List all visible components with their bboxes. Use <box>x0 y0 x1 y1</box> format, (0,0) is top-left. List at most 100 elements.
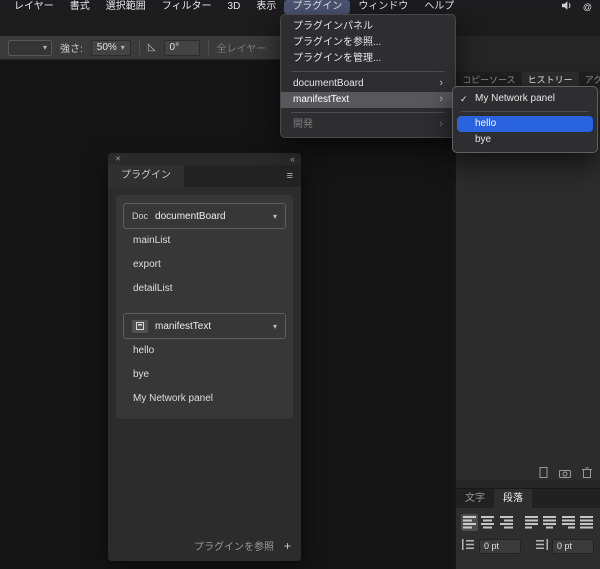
plugins-menu-dropdown: プラグインパネル プラグインを参照... プラグインを管理... documen… <box>280 14 456 138</box>
justify-last-right-button[interactable] <box>559 514 576 531</box>
brush-angle-icon: ◺ <box>148 42 156 53</box>
menu-plugins[interactable]: プラグイン <box>284 0 350 14</box>
photoshop-window: レイヤー 書式 選択範囲 フィルター 3D 表示 プラグイン ウィンドウ ヘルプ… <box>0 0 600 569</box>
volume-icon[interactable] <box>562 1 573 13</box>
at-status-icon[interactable]: @ <box>583 2 592 12</box>
check-icon: ✓ <box>460 91 468 107</box>
panel-menu-icon[interactable]: ≡ <box>279 165 301 187</box>
menu-item-label: プラグインパネル <box>293 19 373 35</box>
history-panel-footer <box>539 465 592 483</box>
submenu-item-label: My Network panel <box>475 93 555 104</box>
submenu-item-label: hello <box>475 118 496 129</box>
camera-snapshot-icon[interactable] <box>559 465 571 483</box>
group-manifesttext[interactable]: manifestText ▾ <box>123 313 286 339</box>
group-title: documentBoard <box>155 211 226 222</box>
indent-right-value: 0 pt <box>557 541 572 551</box>
plugins-list-card: Doc documentBoard ▾ mainList export deta… <box>116 195 293 419</box>
options-divider <box>208 40 209 55</box>
paragraph-panel-body: 0 pt 0 pt <box>456 508 600 569</box>
plugin-item-hello[interactable]: hello <box>123 339 286 363</box>
submenu-arrow-icon: › <box>439 117 443 133</box>
menu-help[interactable]: ヘルプ <box>416 0 462 14</box>
submenu-item-my-network-panel[interactable]: ✓ My Network panel <box>453 91 597 107</box>
menu-item-label: プラグインを参照... <box>293 35 381 51</box>
plugins-panel-footer: プラグインを参照 + <box>194 538 291 553</box>
menu-separator <box>461 111 589 112</box>
paragraph-indent-row: 0 pt 0 pt <box>456 533 600 555</box>
submenu-item-hello[interactable]: hello <box>457 116 593 132</box>
menu-layer[interactable]: レイヤー <box>6 0 62 14</box>
menu-item-documentboard[interactable]: documentBoard › <box>281 76 455 92</box>
menu-3d[interactable]: 3D <box>220 0 249 14</box>
plugin-item-export[interactable]: export <box>123 253 286 277</box>
justify-all-button[interactable] <box>578 514 595 531</box>
plugin-item-bye[interactable]: bye <box>123 363 286 387</box>
chevron-down-icon: ▾ <box>273 322 277 331</box>
plugins-panel-body: Doc documentBoard ▾ mainList export deta… <box>108 187 301 561</box>
menu-item-plugins-panel[interactable]: プラグインパネル <box>281 19 455 35</box>
browse-plugins-link[interactable]: プラグインを参照 <box>194 538 274 553</box>
strength-dropdown[interactable]: 50% ▾ <box>91 40 131 56</box>
strength-value: 50% <box>97 42 117 53</box>
manifesttext-plugin-icon <box>132 320 148 333</box>
menu-item-manifesttext[interactable]: manifestText › <box>281 92 455 108</box>
menu-item-dev[interactable]: 開発 › <box>281 117 455 133</box>
menu-item-browse-plugins[interactable]: プラグインを参照... <box>281 35 455 51</box>
options-divider <box>139 40 140 55</box>
submenu-arrow-icon: › <box>439 92 443 108</box>
type-panel-tabs: 文字 段落 <box>456 488 600 508</box>
plus-icon[interactable]: + <box>284 539 291 553</box>
menubar-status-area: @ <box>562 1 600 13</box>
plugins-panel-tabbar: プラグイン ≡ <box>108 165 301 187</box>
menu-item-label: manifestText <box>293 92 349 108</box>
indent-left-icon <box>462 537 475 555</box>
indent-left-value: 0 pt <box>484 541 499 551</box>
tool-preset-dropdown[interactable]: ▾ <box>8 40 52 56</box>
tab-plugins-panel[interactable]: プラグイン <box>108 165 184 187</box>
indent-right-field[interactable]: 0 pt <box>552 539 594 554</box>
chevron-down-icon: ▾ <box>121 43 125 52</box>
menu-type[interactable]: 書式 <box>62 0 98 14</box>
menubar: レイヤー 書式 選択範囲 フィルター 3D 表示 プラグイン ウィンドウ ヘルプ… <box>0 0 600 14</box>
manifesttext-submenu: ✓ My Network panel hello bye <box>452 86 598 153</box>
strength-label: 強さ: <box>60 40 83 55</box>
align-left-button[interactable] <box>461 514 478 531</box>
indent-left-field[interactable]: 0 pt <box>479 539 521 554</box>
align-right-button[interactable] <box>498 514 515 531</box>
group-title: manifestText <box>155 321 211 332</box>
all-layers-label: 全レイヤー <box>217 40 267 55</box>
indent-right-icon <box>535 537 548 555</box>
justify-last-center-button[interactable] <box>541 514 558 531</box>
submenu-item-label: bye <box>475 134 491 145</box>
submenu-item-bye[interactable]: bye <box>453 132 597 148</box>
new-document-from-state-icon[interactable] <box>539 465 548 483</box>
plugin-item-mainlist[interactable]: mainList <box>123 229 286 253</box>
menu-item-manage-plugins[interactable]: プラグインを管理... <box>281 51 455 67</box>
menu-item-label: プラグインを管理... <box>293 51 381 67</box>
close-icon[interactable]: ✕ <box>115 155 121 163</box>
angle-input[interactable]: 0° <box>164 40 200 56</box>
menu-filter[interactable]: フィルター <box>154 0 220 14</box>
angle-value: 0° <box>170 42 180 53</box>
plugins-panel-header: ✕ « <box>108 153 301 165</box>
menu-item-label: 開発 <box>293 117 313 133</box>
menu-item-label: documentBoard <box>293 76 364 92</box>
plugin-item-detaillist[interactable]: detailList <box>123 277 286 301</box>
collapse-panel-icon[interactable]: « <box>290 154 294 164</box>
justify-last-left-button[interactable] <box>523 514 540 531</box>
menu-separator <box>291 112 445 113</box>
tab-paragraph[interactable]: 段落 <box>494 489 532 508</box>
menu-window[interactable]: ウィンドウ <box>350 0 416 14</box>
group-documentboard[interactable]: Doc documentBoard ▾ <box>123 203 286 229</box>
doc-badge-icon: Doc <box>132 211 148 221</box>
align-center-button[interactable] <box>479 514 496 531</box>
plugin-item-my-network-panel[interactable]: My Network panel <box>123 387 286 411</box>
tab-character[interactable]: 文字 <box>456 489 494 508</box>
chevron-down-icon: ▾ <box>43 43 47 52</box>
chevron-down-icon: ▾ <box>273 212 277 221</box>
menu-view[interactable]: 表示 <box>248 0 284 14</box>
plugins-panel: ✕ « プラグイン ≡ Doc documentBoard ▾ mainList… <box>108 153 301 561</box>
trash-icon[interactable] <box>582 465 592 483</box>
paragraph-align-row <box>456 508 600 533</box>
menu-select[interactable]: 選択範囲 <box>98 0 154 14</box>
